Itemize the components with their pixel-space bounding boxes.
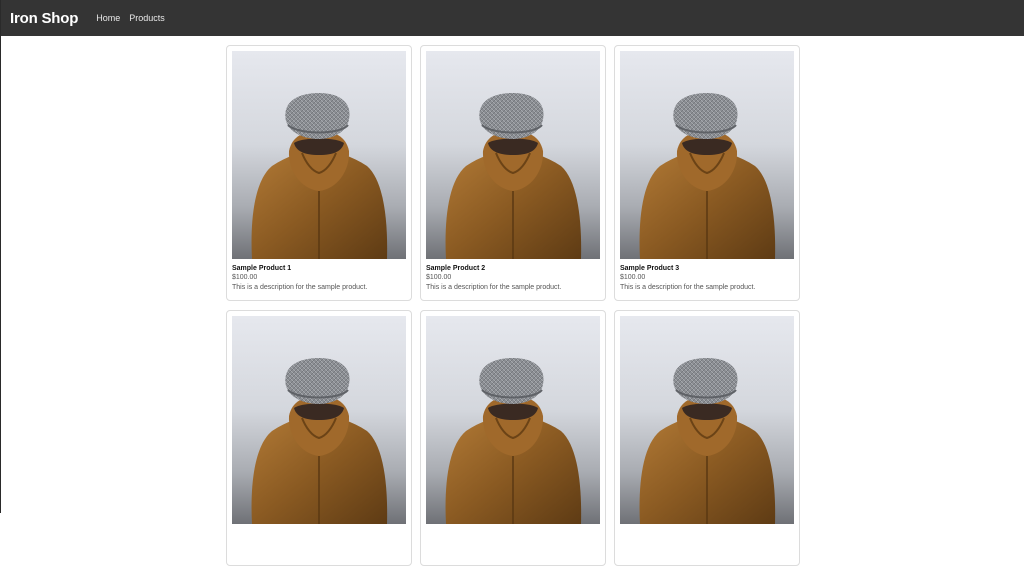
product-price: $100.00 <box>232 274 258 281</box>
product-image[interactable] <box>426 316 600 524</box>
navbar: Iron Shop Home Products <box>1 0 1024 36</box>
product-card[interactable] <box>226 310 412 566</box>
product-card[interactable] <box>420 310 606 566</box>
nav-link-products[interactable]: Products <box>129 13 165 23</box>
product-card[interactable]: Sample Product 2 $100.00 This is a descr… <box>420 45 606 301</box>
brand-logo[interactable]: Iron Shop <box>10 10 78 27</box>
product-image[interactable] <box>426 51 600 259</box>
product-image[interactable] <box>232 51 406 259</box>
product-title[interactable]: Sample Product 3 <box>620 264 794 273</box>
product-card[interactable]: Sample Product 1 $100.00 This is a descr… <box>226 45 412 301</box>
product-image[interactable] <box>620 51 794 259</box>
product-image[interactable] <box>232 316 406 524</box>
product-card[interactable] <box>614 310 800 566</box>
product-grid: Sample Product 1 $100.00 This is a descr… <box>226 45 800 566</box>
product-image[interactable] <box>620 316 794 524</box>
product-price: $100.00 <box>620 274 646 281</box>
product-description: This is a description for the sample pro… <box>426 284 562 291</box>
product-description: This is a description for the sample pro… <box>620 284 756 291</box>
product-title[interactable]: Sample Product 1 <box>232 264 406 273</box>
nav-link-home[interactable]: Home <box>96 13 120 23</box>
product-title[interactable]: Sample Product 2 <box>426 264 600 273</box>
product-price: $100.00 <box>426 274 452 281</box>
product-description: This is a description for the sample pro… <box>232 284 368 291</box>
product-card[interactable]: Sample Product 3 $100.00 This is a descr… <box>614 45 800 301</box>
